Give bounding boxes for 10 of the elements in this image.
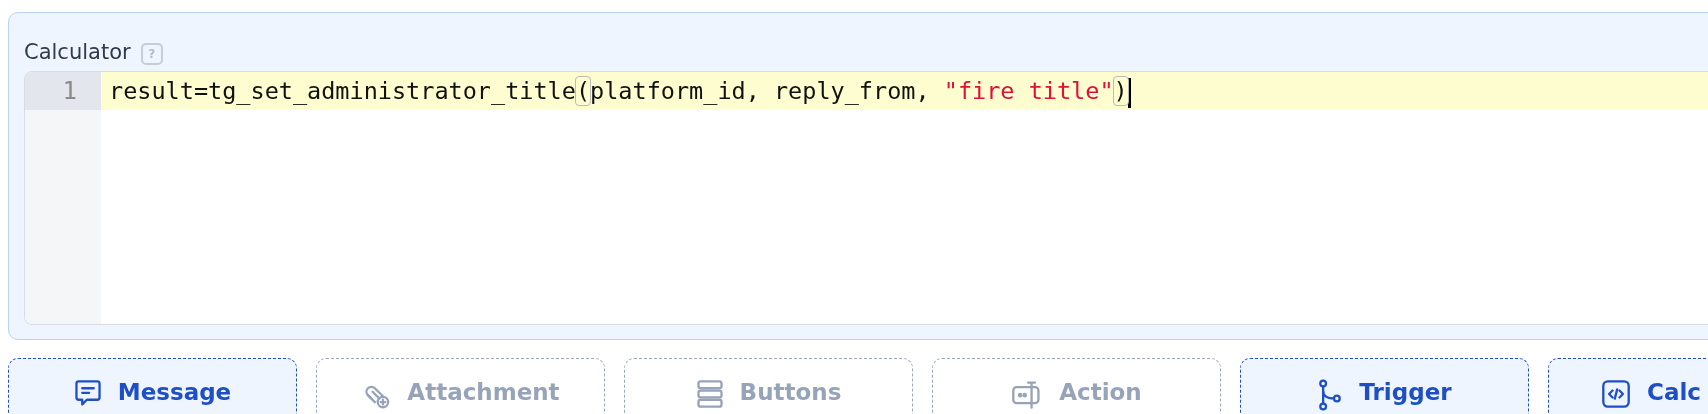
branch-icon	[1317, 379, 1344, 411]
block-button[interactable]: Message	[8, 358, 297, 414]
block-button[interactable]: Trigger	[1240, 358, 1529, 414]
stacked-rows-icon	[695, 379, 724, 409]
code-icon	[1601, 379, 1631, 409]
code-editor[interactable]: 1 result=tg_set_administrator_title(platform_id, reply_from, "fire title")	[24, 71, 1708, 325]
chat-icon	[73, 379, 102, 409]
line-number: 1	[25, 72, 101, 110]
panel-label: Calculator	[24, 40, 131, 64]
block-button[interactable]: Calc	[1548, 358, 1708, 414]
